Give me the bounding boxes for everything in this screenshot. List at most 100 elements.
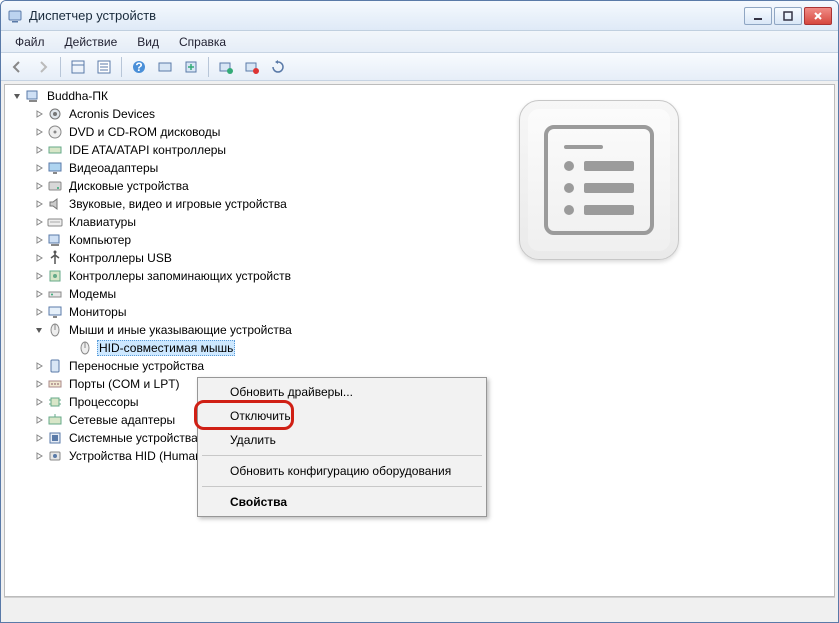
expand-toggle-icon[interactable] bbox=[33, 162, 45, 174]
app-icon bbox=[7, 8, 23, 24]
show-hide-tree-button[interactable] bbox=[66, 55, 90, 79]
mouse-icon bbox=[47, 322, 63, 338]
expand-toggle-icon[interactable] bbox=[33, 324, 45, 336]
expand-toggle-icon[interactable] bbox=[33, 450, 45, 462]
expand-toggle-icon[interactable] bbox=[33, 432, 45, 444]
tree-category-label: Дисковые устройства bbox=[67, 178, 191, 194]
close-button[interactable] bbox=[804, 7, 832, 25]
watermark-keycap-icon bbox=[519, 100, 679, 260]
expand-toggle-icon[interactable] bbox=[33, 252, 45, 264]
tree-category-label: Переносные устройства bbox=[67, 358, 206, 374]
statusbar bbox=[4, 597, 835, 619]
disc-icon bbox=[47, 124, 63, 140]
computer-icon bbox=[47, 232, 63, 248]
back-button[interactable] bbox=[5, 55, 29, 79]
tree-category-label: Компьютер bbox=[67, 232, 133, 248]
tree-category[interactable]: Переносные устройства bbox=[5, 357, 834, 375]
scan-hardware-button[interactable] bbox=[153, 55, 177, 79]
tree-category-label: Клавиатуры bbox=[67, 214, 138, 230]
expand-toggle-icon[interactable] bbox=[33, 108, 45, 120]
context-menu: Обновить драйверы...ОтключитьУдалить Обно… bbox=[197, 377, 487, 517]
menu-action[interactable]: Действие bbox=[55, 31, 128, 52]
context-menu-item[interactable]: Обновить конфигурацию оборудования bbox=[200, 459, 484, 483]
expand-toggle-icon[interactable] bbox=[33, 144, 45, 156]
display-icon bbox=[47, 160, 63, 176]
expand-toggle-icon bbox=[63, 342, 75, 354]
expand-toggle-icon[interactable] bbox=[33, 378, 45, 390]
tree-category[interactable]: Мыши и иные указывающие устройства bbox=[5, 321, 834, 339]
system-icon bbox=[47, 430, 63, 446]
tree-category[interactable]: Компьютер bbox=[5, 231, 834, 249]
expand-toggle-icon[interactable] bbox=[33, 306, 45, 318]
tree-category-label: Модемы bbox=[67, 286, 118, 302]
mouse-icon bbox=[77, 340, 93, 356]
tree-category[interactable]: Дисковые устройства bbox=[5, 177, 834, 195]
toolbar: ? bbox=[1, 53, 838, 81]
tree-category[interactable]: Модемы bbox=[5, 285, 834, 303]
maximize-button[interactable] bbox=[774, 7, 802, 25]
menu-file[interactable]: Файл bbox=[5, 31, 55, 52]
tree-category[interactable]: IDE ATA/ATAPI контроллеры bbox=[5, 141, 834, 159]
tree-device-label: HID-совместимая мышь bbox=[97, 340, 235, 356]
storage-icon bbox=[47, 268, 63, 284]
expand-toggle-icon[interactable] bbox=[33, 216, 45, 228]
tree-category-label: Звуковые, видео и игровые устройства bbox=[67, 196, 289, 212]
context-menu-item[interactable]: Отключить bbox=[200, 404, 484, 428]
tree-category[interactable]: Контроллеры USB bbox=[5, 249, 834, 267]
minimize-button[interactable] bbox=[744, 7, 772, 25]
gear-icon bbox=[47, 106, 63, 122]
expand-toggle-icon[interactable] bbox=[33, 180, 45, 192]
tree-root-label: Buddha-ПК bbox=[45, 88, 110, 104]
device-manager-window: Диспетчер устройств Файл Действие Вид Сп… bbox=[0, 0, 839, 623]
tree-category-label: Мыши и иные указывающие устройства bbox=[67, 322, 294, 338]
tree-category-label: Видеоадаптеры bbox=[67, 160, 160, 176]
expand-toggle-icon[interactable] bbox=[33, 198, 45, 210]
expand-toggle-icon[interactable] bbox=[33, 414, 45, 426]
tree-category-label: Системные устройства bbox=[67, 430, 200, 446]
tree-category[interactable]: Контроллеры запоминающих устройств bbox=[5, 267, 834, 285]
expand-toggle-icon[interactable] bbox=[33, 126, 45, 138]
tree-category[interactable]: Звуковые, видео и игровые устройства bbox=[5, 195, 834, 213]
device-tree-panel[interactable]: Buddha-ПК Acronis DevicesDVD и CD-ROM дис… bbox=[4, 84, 835, 597]
window-title: Диспетчер устройств bbox=[29, 8, 744, 23]
drive-icon bbox=[47, 178, 63, 194]
expand-toggle-icon[interactable] bbox=[33, 234, 45, 246]
tree-root[interactable]: Buddha-ПК bbox=[5, 87, 834, 105]
refresh-button[interactable] bbox=[266, 55, 290, 79]
tree-category[interactable]: Клавиатуры bbox=[5, 213, 834, 231]
forward-button[interactable] bbox=[31, 55, 55, 79]
uninstall-button[interactable] bbox=[214, 55, 238, 79]
titlebar[interactable]: Диспетчер устройств bbox=[1, 1, 838, 31]
menu-view[interactable]: Вид bbox=[127, 31, 169, 52]
update-driver-button[interactable] bbox=[179, 55, 203, 79]
network-icon bbox=[47, 412, 63, 428]
hid-icon bbox=[47, 448, 63, 464]
menu-help[interactable]: Справка bbox=[169, 31, 236, 52]
tree-device[interactable]: HID-совместимая мышь bbox=[5, 339, 834, 357]
tree-category-label: Мониторы bbox=[67, 304, 128, 320]
tree-category[interactable]: Acronis Devices bbox=[5, 105, 834, 123]
tree-category-label: Сетевые адаптеры bbox=[67, 412, 177, 428]
keyboard-icon bbox=[47, 214, 63, 230]
ide-icon bbox=[47, 142, 63, 158]
expand-toggle-icon[interactable] bbox=[33, 288, 45, 300]
tree-category[interactable]: DVD и CD-ROM дисководы bbox=[5, 123, 834, 141]
context-menu-item[interactable]: Обновить драйверы... bbox=[200, 380, 484, 404]
help-button[interactable]: ? bbox=[127, 55, 151, 79]
expand-toggle-icon[interactable] bbox=[33, 360, 45, 372]
disable-button[interactable] bbox=[240, 55, 264, 79]
tree-category[interactable]: Видеоадаптеры bbox=[5, 159, 834, 177]
portable-icon bbox=[47, 358, 63, 374]
expand-toggle-icon[interactable] bbox=[33, 270, 45, 282]
tree-category-label: Acronis Devices bbox=[67, 106, 157, 122]
properties-button[interactable] bbox=[92, 55, 116, 79]
computer-icon bbox=[25, 88, 41, 104]
context-menu-separator bbox=[202, 486, 482, 487]
tree-category[interactable]: Мониторы bbox=[5, 303, 834, 321]
context-menu-item[interactable]: Свойства bbox=[200, 490, 484, 514]
expand-toggle-icon[interactable] bbox=[11, 90, 23, 102]
context-menu-separator bbox=[202, 455, 482, 456]
expand-toggle-icon[interactable] bbox=[33, 396, 45, 408]
tree-category-label: Порты (COM и LPT) bbox=[67, 376, 182, 392]
context-menu-item[interactable]: Удалить bbox=[200, 428, 484, 452]
